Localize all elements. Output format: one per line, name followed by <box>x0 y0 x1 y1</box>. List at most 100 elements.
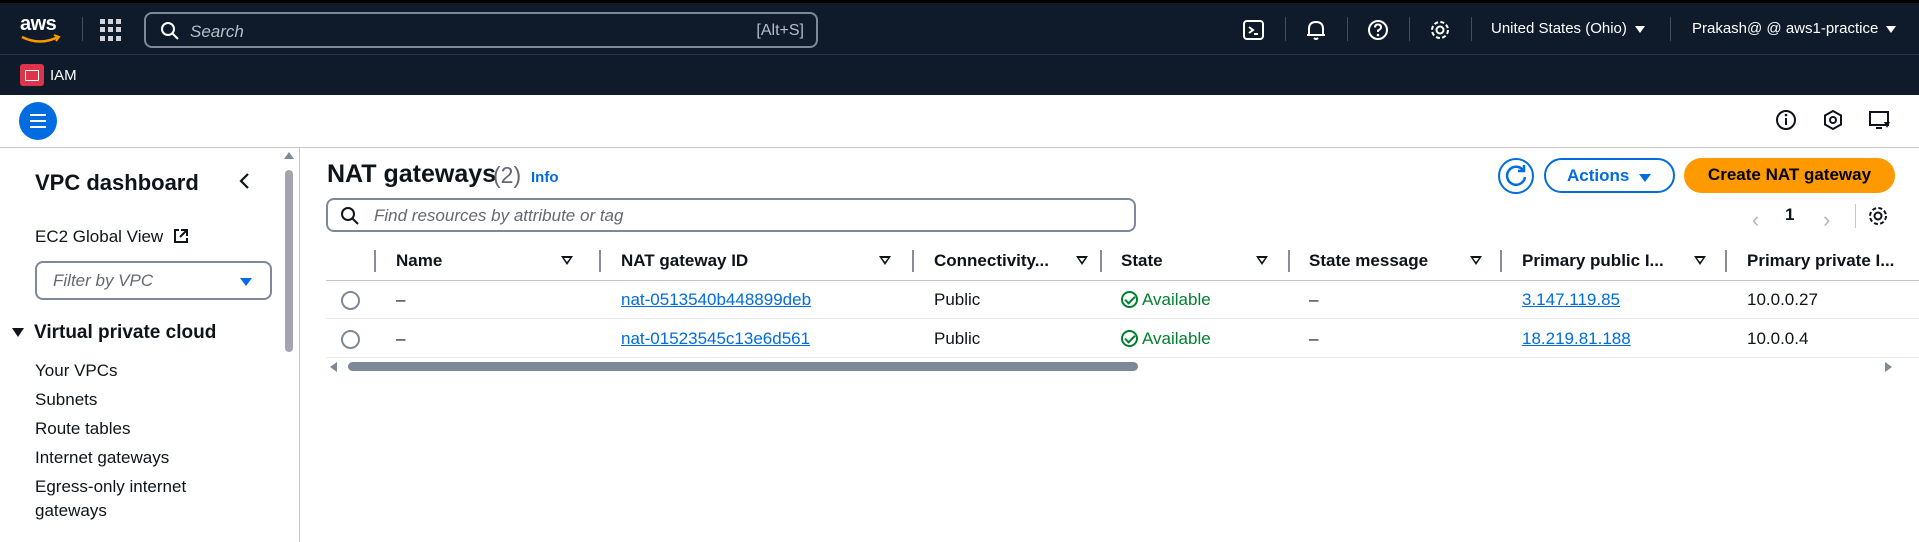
expand-caret-icon <box>12 328 24 338</box>
iam-shortcut[interactable]: IAM <box>50 67 77 84</box>
nav-divider <box>1670 17 1671 41</box>
feedback-display-icon[interactable] <box>1868 108 1892 132</box>
refresh-button[interactable] <box>1498 158 1534 194</box>
page-number[interactable]: 1 <box>1785 205 1794 225</box>
column-label: State message <box>1309 251 1429 270</box>
public-ip-link[interactable]: 3.147.119.85 <box>1522 290 1620 310</box>
column-header-nat-gateway-id[interactable]: NAT gateway ID <box>621 242 911 280</box>
search-shortcut: [Alt+S] <box>756 22 804 39</box>
page-title: NAT gateways <box>327 160 497 188</box>
side-navigation: VPC dashboard EC2 Global View Filter by … <box>0 148 300 542</box>
sidebar-item-your-vpcs[interactable]: Your VPCs <box>35 359 118 383</box>
column-divider[interactable] <box>1500 250 1502 272</box>
scrollbar-thumb[interactable] <box>285 170 293 352</box>
column-label: State <box>1121 251 1163 270</box>
collapse-chevron-icon[interactable] <box>236 172 254 190</box>
state-label: Available <box>1142 290 1211 309</box>
services-grid-icon[interactable] <box>100 19 122 41</box>
info-link[interactable]: Info <box>531 169 559 186</box>
cell-name: – <box>396 290 406 309</box>
caret-down-icon <box>1639 174 1651 182</box>
nav-divider <box>1347 17 1348 41</box>
nat-gateway-id-link[interactable]: nat-0513540b448899deb <box>621 290 811 310</box>
column-header-state[interactable]: State <box>1121 242 1281 280</box>
nav-divider <box>1409 17 1410 41</box>
cloudshell-icon[interactable] <box>1242 18 1266 42</box>
cell-private-ip: 10.0.0.4 <box>1747 329 1809 348</box>
check-circle-icon <box>1121 291 1138 308</box>
table-preferences-gear-icon[interactable] <box>1866 204 1890 228</box>
region-selector[interactable]: United States (Ohio) <box>1491 20 1645 37</box>
table-row[interactable]: – nat-01523545c13e6d561 Public Available… <box>326 320 1919 358</box>
pager-divider <box>1855 204 1856 228</box>
previous-page-icon[interactable]: ‹ <box>1752 207 1759 233</box>
search-placeholder: Search <box>190 22 244 41</box>
menu-icon[interactable] <box>19 102 57 140</box>
cell-private-ip: 10.0.0.27 <box>1747 290 1818 309</box>
scroll-left-icon[interactable] <box>330 362 337 372</box>
gear-icon[interactable] <box>1428 18 1452 42</box>
global-search-input[interactable]: Search [Alt+S] <box>144 12 818 48</box>
region-label: United States (Ohio) <box>1491 20 1627 37</box>
sidebar-item-egress-only-internet-gateways[interactable]: Egress-only internet gateways <box>35 475 235 523</box>
external-link-icon <box>173 229 188 243</box>
aws-smile-icon <box>21 34 61 43</box>
sidebar-item-internet-gateways[interactable]: Internet gateways <box>35 446 169 470</box>
column-header-primary-private-ip[interactable]: Primary private I... <box>1747 242 1917 280</box>
sort-icon <box>1076 256 1088 265</box>
bell-icon[interactable] <box>1304 18 1328 42</box>
section-label: Virtual private cloud <box>34 322 217 343</box>
table-horizontal-scrollbar[interactable] <box>326 360 1896 374</box>
state-label: Available <box>1142 329 1211 348</box>
resource-search-input[interactable]: Find resources by attribute or tag <box>326 198 1136 232</box>
column-divider[interactable] <box>599 250 601 272</box>
column-divider[interactable] <box>1288 250 1290 272</box>
search-icon <box>161 22 179 40</box>
cube-settings-icon[interactable] <box>1821 108 1845 132</box>
column-label: NAT gateway ID <box>621 251 749 270</box>
next-page-icon[interactable]: › <box>1823 207 1830 233</box>
scroll-up-icon[interactable] <box>284 152 294 159</box>
vpc-filter-placeholder: Filter by VPC <box>53 271 154 290</box>
row-select-radio[interactable] <box>341 330 360 349</box>
caret-down-icon <box>1634 25 1645 33</box>
public-ip-link[interactable]: 18.219.81.188 <box>1522 329 1631 349</box>
sidebar-scrollbar[interactable] <box>284 148 294 542</box>
table-row[interactable]: – nat-0513540b448899deb Public Available… <box>326 281 1919 319</box>
sidebar-item-route-tables[interactable]: Route tables <box>35 417 130 441</box>
state-status: Available <box>1121 290 1211 310</box>
section-virtual-private-cloud[interactable]: Virtual private cloud <box>12 322 216 344</box>
column-header-state-message[interactable]: State message <box>1309 242 1499 280</box>
column-divider[interactable] <box>912 250 914 272</box>
sidebar-title[interactable]: VPC dashboard <box>35 170 199 196</box>
nat-gateway-id-link[interactable]: nat-01523545c13e6d561 <box>621 329 810 349</box>
vpc-filter-select[interactable]: Filter by VPC <box>35 261 272 300</box>
create-nat-gateway-button[interactable]: Create NAT gateway <box>1684 158 1895 193</box>
column-header-connectivity[interactable]: Connectivity... <box>934 242 1094 280</box>
sort-icon <box>561 256 573 265</box>
cell-name: – <box>396 329 406 348</box>
column-divider[interactable] <box>1100 250 1102 272</box>
actions-button[interactable]: Actions <box>1544 158 1675 193</box>
sidebar-item-subnets[interactable]: Subnets <box>35 388 97 412</box>
ec2-global-view-label: EC2 Global View <box>35 227 164 246</box>
row-select-radio[interactable] <box>341 291 360 310</box>
sort-icon <box>1256 256 1268 265</box>
aws-logo[interactable]: aws <box>18 13 64 45</box>
scroll-right-icon[interactable] <box>1885 362 1892 372</box>
column-divider[interactable] <box>1725 250 1727 272</box>
column-label: Primary public I... <box>1522 251 1664 270</box>
nav-divider <box>1471 17 1472 41</box>
iam-icon[interactable] <box>20 64 44 86</box>
column-header-primary-public-ip[interactable]: Primary public I... <box>1522 242 1712 280</box>
cell-state-message: – <box>1309 290 1319 309</box>
info-icon[interactable] <box>1774 108 1798 132</box>
ec2-global-view-link[interactable]: EC2 Global View <box>35 227 190 247</box>
scrollbar-thumb[interactable] <box>348 362 1138 371</box>
account-menu[interactable]: Prakash@ @ aws1-practice <box>1692 20 1897 37</box>
resource-count: (2) <box>493 162 522 188</box>
help-icon[interactable] <box>1366 18 1390 42</box>
sort-icon <box>1470 256 1482 265</box>
caret-down-icon <box>240 278 252 286</box>
column-header-name[interactable]: Name <box>396 242 586 280</box>
